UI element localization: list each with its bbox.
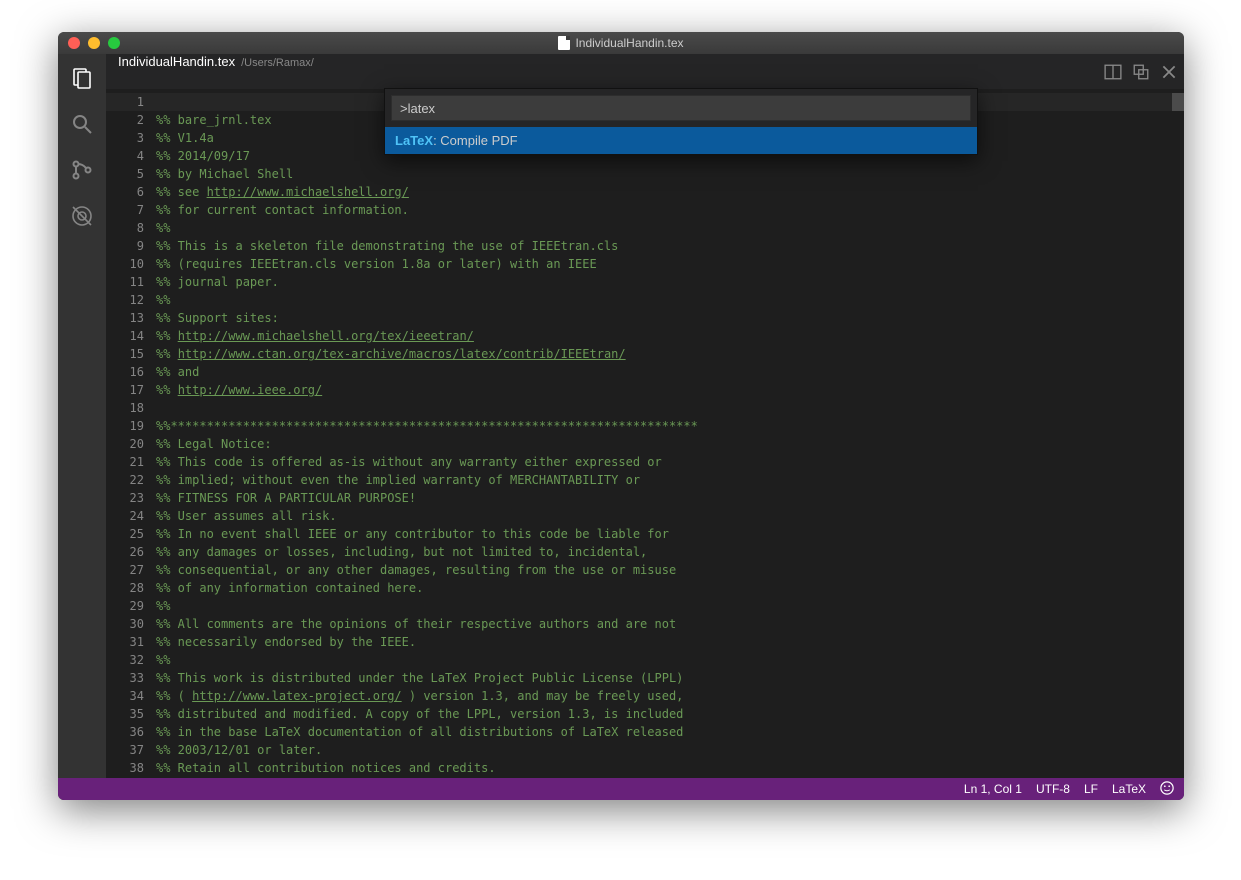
body-area: IndividualHandin.tex /Users/Ramax/	[58, 54, 1184, 778]
editor-tab[interactable]: IndividualHandin.tex /Users/Ramax/	[106, 54, 326, 89]
feedback-icon[interactable]	[1160, 781, 1174, 798]
command-palette-input[interactable]	[391, 95, 971, 121]
status-encoding[interactable]: UTF-8	[1036, 782, 1070, 796]
source-control-icon[interactable]	[68, 156, 96, 184]
main-area: IndividualHandin.tex /Users/Ramax/	[106, 54, 1184, 778]
command-highlight: LaTeX	[395, 133, 433, 148]
tab-filename: IndividualHandin.tex	[118, 54, 235, 69]
explorer-icon[interactable]	[68, 64, 96, 92]
split-editor-icon[interactable]	[1104, 63, 1122, 81]
line-number-gutter: 1234567891011121314151617181920212223242…	[106, 89, 156, 778]
tab-bar: IndividualHandin.tex /Users/Ramax/	[106, 54, 1184, 89]
code-content[interactable]: %% bare_jrnl.tex%% V1.4a%% 2014/09/17%% …	[156, 89, 1184, 778]
titlebar: IndividualHandin.tex	[58, 32, 1184, 54]
window-title: IndividualHandin.tex	[58, 36, 1184, 50]
file-icon	[558, 36, 570, 50]
activity-bar	[58, 54, 106, 778]
window-title-text: IndividualHandin.tex	[575, 36, 683, 50]
command-palette: LaTeX: Compile PDF	[384, 88, 978, 155]
debug-icon[interactable]	[68, 202, 96, 230]
tab-path: /Users/Ramax/	[241, 57, 314, 69]
status-cursor-position[interactable]: Ln 1, Col 1	[964, 782, 1022, 796]
status-eol[interactable]: LF	[1084, 782, 1098, 796]
more-actions-icon[interactable]	[1132, 63, 1150, 81]
code-editor[interactable]: 1234567891011121314151617181920212223242…	[106, 89, 1184, 778]
editor-window: IndividualHandin.tex IndividualHandin.te…	[58, 32, 1184, 800]
search-icon[interactable]	[68, 110, 96, 138]
command-palette-item[interactable]: LaTeX: Compile PDF	[385, 127, 977, 154]
status-bar: Ln 1, Col 1 UTF-8 LF LaTeX	[58, 778, 1184, 800]
command-rest: : Compile PDF	[433, 133, 518, 148]
status-language[interactable]: LaTeX	[1112, 782, 1146, 796]
close-tab-icon[interactable]	[1160, 63, 1178, 81]
